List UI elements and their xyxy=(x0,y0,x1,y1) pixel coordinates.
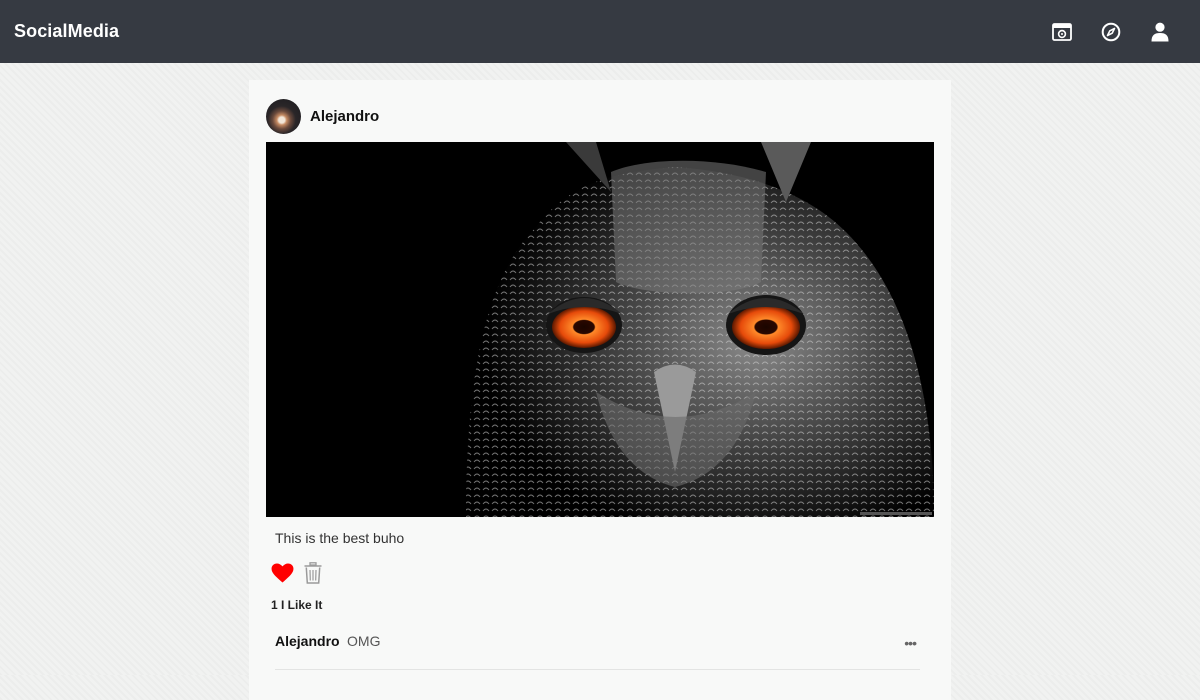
post-author[interactable]: Alejandro xyxy=(310,108,379,125)
top-navbar: SocialMedia xyxy=(0,0,1200,63)
brand-logo[interactable]: SocialMedia xyxy=(14,21,119,42)
avatar[interactable] xyxy=(266,99,301,134)
comment-item: Alejandro OMG ••• xyxy=(275,633,920,670)
post-card: Alejandro xyxy=(249,80,951,700)
post-image[interactable] xyxy=(266,142,934,517)
likes-count: 1 I Like It xyxy=(271,598,322,612)
post-caption: This is the best buho xyxy=(275,530,404,546)
owl-photo xyxy=(266,142,934,517)
heart-like-icon[interactable] xyxy=(271,563,294,588)
more-options-icon[interactable]: ••• xyxy=(904,635,916,651)
user-profile-icon[interactable] xyxy=(1148,20,1172,44)
post-actions xyxy=(271,562,322,589)
trash-delete-icon[interactable] xyxy=(304,562,322,589)
photo-upload-icon[interactable] xyxy=(1050,20,1074,44)
comment-text: OMG xyxy=(347,633,380,649)
nav-icons xyxy=(1050,20,1186,44)
post-header: Alejandro xyxy=(266,98,379,134)
compass-explore-icon[interactable] xyxy=(1099,20,1123,44)
comment-author[interactable]: Alejandro xyxy=(275,633,340,649)
